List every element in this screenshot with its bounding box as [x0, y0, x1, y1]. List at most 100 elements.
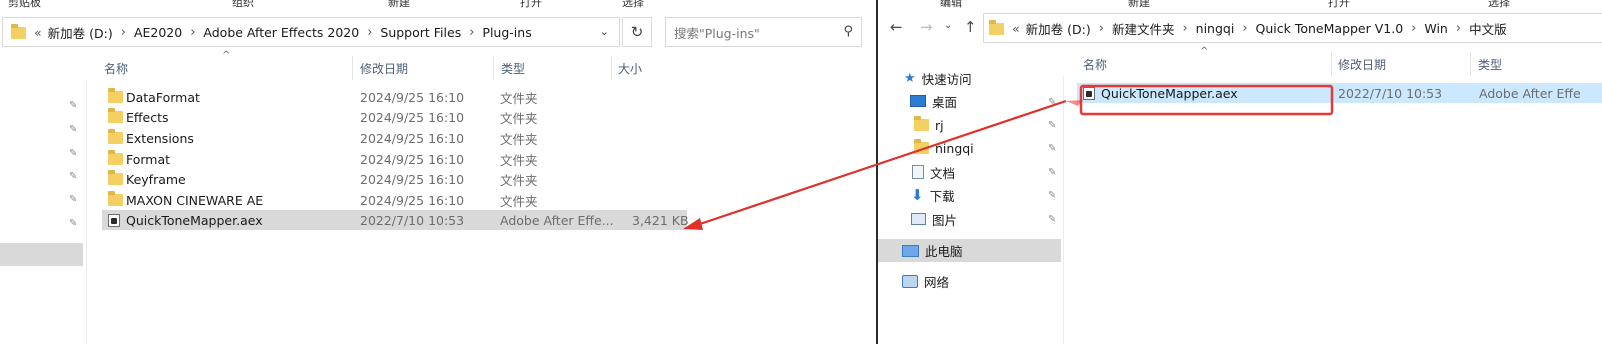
list-item[interactable]: Extensions 2024/9/25 16:10 文件夹: [102, 128, 687, 148]
breadcrumb-after-effects[interactable]: Adobe After Effects 2020: [203, 25, 359, 40]
address-bar[interactable]: « 新加卷 (D:) › 新建文件夹 › ningqi › Quick Tone…: [983, 13, 1602, 43]
column-header-type[interactable]: 类型: [501, 60, 525, 78]
search-box[interactable]: 搜索"Plug-ins" ⚲: [665, 17, 862, 47]
pin-icon[interactable]: ✎: [1048, 215, 1058, 225]
list-item[interactable]: Keyframe 2024/9/25 16:10 文件夹: [102, 169, 687, 189]
column-divider[interactable]: [493, 56, 494, 80]
column-header-date[interactable]: 修改日期: [360, 60, 408, 78]
document-icon: [912, 165, 924, 179]
list-item[interactable]: MAXON CINEWARE AE 2024/9/25 16:10 文件夹: [102, 190, 687, 210]
file-date: 2024/9/25 16:10: [360, 130, 465, 146]
list-item[interactable]: Format 2024/9/25 16:10 文件夹: [102, 149, 687, 169]
breadcrumb-separator-icon[interactable]: ›: [1242, 21, 1247, 36]
breadcrumb-quick-tonemapper[interactable]: Quick ToneMapper V1.0: [1256, 21, 1404, 36]
up-arrow-icon[interactable]: ↑: [964, 18, 977, 36]
column-header-type[interactable]: 类型: [1478, 56, 1502, 74]
breadcrumb-separator-icon[interactable]: ›: [121, 25, 126, 40]
breadcrumb-separator-icon[interactable]: ›: [367, 25, 372, 40]
search-input[interactable]: 搜索"Plug-ins": [674, 23, 760, 42]
file-date: 2022/7/10 10:53: [360, 212, 465, 228]
nav-item-pictures[interactable]: 图片: [911, 208, 957, 230]
column-divider[interactable]: [352, 56, 353, 80]
column-divider[interactable]: [611, 56, 612, 80]
nav-item-desktop[interactable]: 桌面: [910, 90, 957, 112]
folder-icon: [914, 139, 929, 154]
file-date: 2024/9/25 16:10: [360, 151, 465, 167]
breadcrumb-chinese-version[interactable]: 中文版: [1469, 19, 1507, 38]
pin-icon[interactable]: ✎: [69, 195, 79, 205]
aex-file-icon: [1083, 87, 1095, 100]
breadcrumb-overflow[interactable]: «: [1012, 21, 1020, 36]
breadcrumb-separator-icon[interactable]: ›: [1099, 21, 1104, 36]
pin-icon[interactable]: ✎: [1048, 191, 1058, 201]
list-item-selected[interactable]: QuickToneMapper.aex 2022/7/10 10:53 Adob…: [1077, 83, 1602, 103]
breadcrumb-drive[interactable]: 新加卷 (D:): [48, 23, 113, 42]
file-type: 文件夹: [500, 131, 538, 147]
ribbon-label-select: 选择: [622, 0, 644, 9]
ribbon-label-new: 新建: [1128, 0, 1150, 9]
nav-item-rj[interactable]: rj: [914, 114, 944, 136]
pin-icon[interactable]: ✎: [1048, 98, 1058, 108]
star-icon: ★: [904, 70, 916, 86]
breadcrumb-support-files[interactable]: Support Files: [380, 25, 461, 40]
pin-icon[interactable]: ✎: [69, 219, 79, 229]
network-icon: [902, 274, 918, 288]
nav-selected-item[interactable]: [0, 243, 83, 266]
pin-icon[interactable]: ✎: [69, 125, 79, 135]
file-name: QuickToneMapper.aex: [126, 212, 263, 228]
nav-item-downloads[interactable]: ⬇ 下载: [911, 184, 955, 206]
address-bar[interactable]: « 新加卷 (D:) › AE2020 › Adobe After Effect…: [2, 17, 620, 47]
nav-item-ningqi[interactable]: ningqi: [914, 137, 974, 159]
back-arrow-icon[interactable]: ←: [890, 18, 903, 36]
list-item[interactable]: Effects 2024/9/25 16:10 文件夹: [102, 107, 687, 127]
file-type: 文件夹: [500, 193, 538, 209]
column-divider[interactable]: [1331, 52, 1332, 76]
pin-icon[interactable]: ✎: [69, 172, 79, 182]
column-header-date[interactable]: 修改日期: [1338, 56, 1386, 74]
pin-icon[interactable]: ✎: [1048, 144, 1058, 154]
breadcrumb-separator-icon[interactable]: ›: [1182, 21, 1187, 36]
column-header-name[interactable]: 名称: [1083, 56, 1107, 74]
file-name: MAXON CINEWARE AE: [126, 192, 264, 208]
download-icon: ⬇: [911, 186, 924, 204]
breadcrumb-ae2020[interactable]: AE2020: [134, 25, 182, 40]
file-date: 2024/9/25 16:10: [360, 171, 465, 187]
breadcrumb-separator-icon[interactable]: ›: [1456, 21, 1461, 36]
breadcrumb-drive[interactable]: 新加卷 (D:): [1026, 19, 1091, 38]
column-header-name[interactable]: 名称: [104, 60, 128, 78]
ribbon-label-organize: 组织: [232, 0, 254, 9]
file-name: DataFormat: [126, 89, 200, 105]
breadcrumb-ningqi[interactable]: ningqi: [1196, 21, 1235, 36]
nav-this-pc[interactable]: 此电脑: [878, 239, 1061, 262]
chevron-down-icon[interactable]: ⌄: [600, 25, 609, 38]
breadcrumb-separator-icon[interactable]: ›: [1411, 21, 1416, 36]
recent-locations-chevron-icon[interactable]: ⌄: [944, 20, 952, 31]
breadcrumb-new-folder[interactable]: 新建文件夹: [1112, 19, 1175, 38]
forward-arrow-icon[interactable]: →: [920, 18, 933, 36]
column-header-size[interactable]: 大小: [618, 60, 642, 78]
breadcrumb-separator-icon[interactable]: ›: [469, 25, 474, 40]
sort-ascending-icon: ^: [1200, 46, 1209, 57]
list-item-selected[interactable]: QuickToneMapper.aex 2022/7/10 10:53 Adob…: [102, 210, 689, 230]
pin-icon[interactable]: ✎: [1048, 168, 1058, 178]
pin-icon[interactable]: ✎: [69, 149, 79, 159]
aex-file-icon: [108, 214, 120, 227]
breadcrumb-win[interactable]: Win: [1424, 21, 1447, 36]
refresh-icon: ↻: [630, 23, 644, 41]
breadcrumb-plug-ins[interactable]: Plug-ins: [482, 25, 531, 40]
pin-icon[interactable]: ✎: [69, 101, 79, 111]
computer-icon: [902, 244, 919, 257]
search-icon[interactable]: ⚲: [843, 24, 853, 39]
column-divider[interactable]: [1470, 52, 1471, 76]
file-name: QuickToneMapper.aex: [1101, 85, 1238, 101]
nav-network[interactable]: 网络: [902, 270, 949, 292]
list-item[interactable]: DataFormat 2024/9/25 16:10 文件夹: [102, 87, 687, 107]
breadcrumb-separator-icon[interactable]: ›: [190, 25, 195, 40]
breadcrumb-overflow[interactable]: «: [34, 25, 42, 40]
nav-quick-access[interactable]: ★ 快速访问: [904, 67, 972, 89]
ribbon-group-labels: 编辑 新建 打开 选择: [878, 0, 1602, 10]
pin-icon[interactable]: ✎: [1048, 121, 1058, 131]
nav-item-documents[interactable]: 文档: [912, 161, 955, 183]
folder-icon: [108, 88, 123, 103]
refresh-button[interactable]: ↻: [622, 17, 652, 47]
